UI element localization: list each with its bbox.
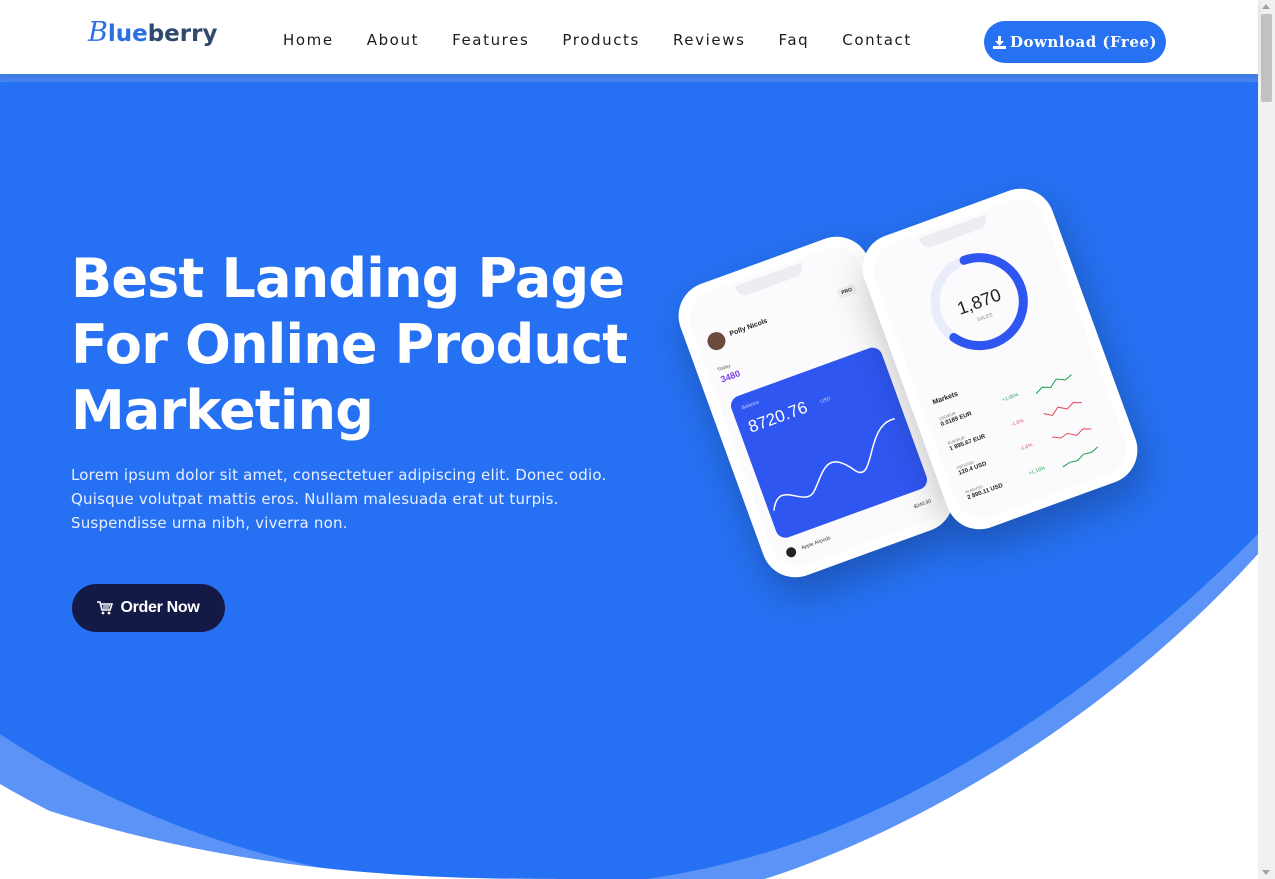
- market-change: +1.05%: [1001, 392, 1020, 404]
- item-name: Apple Airpods: [800, 535, 832, 552]
- airpods-icon: [784, 545, 798, 559]
- logo-part-blue: lue: [107, 21, 148, 47]
- page-scrollbar[interactable]: [1258, 0, 1275, 879]
- market-sparkline: [1035, 374, 1072, 395]
- hero-description-line: Quisque volutpat mattis eros. Nullam mal…: [71, 490, 559, 508]
- pro-badge: PRO: [836, 283, 858, 300]
- hero-title-line: Best Landing Page: [71, 247, 625, 310]
- nav-about[interactable]: About: [367, 31, 419, 49]
- scrollbar-thumb[interactable]: [1261, 14, 1272, 102]
- hero-title-line: For Online Product: [71, 313, 628, 376]
- scroll-down-arrow-icon[interactable]: [1262, 870, 1270, 875]
- market-change: +1.15%: [1028, 465, 1047, 477]
- nav-products[interactable]: Products: [562, 31, 640, 49]
- avatar: [704, 329, 728, 353]
- download-button[interactable]: Download (Free): [984, 21, 1166, 63]
- nav-reviews[interactable]: Reviews: [673, 31, 746, 49]
- main-nav: Home About Features Products Reviews Faq…: [283, 31, 945, 49]
- balance-currency: USD: [819, 395, 832, 405]
- hero-title-line: Marketing: [71, 379, 374, 442]
- logo-part-dark: berry: [147, 21, 218, 47]
- nav-contact[interactable]: Contact: [842, 31, 912, 49]
- market-change: -1.6%: [1010, 417, 1025, 428]
- logo[interactable]: Blueberry: [88, 17, 217, 48]
- nav-features[interactable]: Features: [452, 31, 529, 49]
- balance-label: Balance: [740, 399, 761, 412]
- item-price: $240.90: [913, 498, 933, 511]
- download-icon: [992, 35, 1006, 49]
- order-now-label: Order Now: [120, 599, 200, 616]
- nav-faq[interactable]: Faq: [779, 31, 810, 49]
- nav-home[interactable]: Home: [283, 31, 334, 49]
- hero-description: Lorem ipsum dolor sit amet, consectetuer…: [71, 463, 611, 535]
- profile-name: Polly Nicols: [728, 317, 769, 338]
- download-label: Download (Free): [1009, 33, 1158, 51]
- site-header: Blueberry Home About Features Products R…: [0, 0, 1258, 74]
- logo-letter: B: [88, 17, 108, 48]
- phone-notch: [734, 262, 805, 298]
- hero-description-line: Lorem ipsum dolor sit amet, consectetuer…: [71, 466, 607, 484]
- market-change: -1.6%: [1019, 442, 1034, 453]
- markets-label: Markets: [931, 390, 960, 407]
- hero-section: Best Landing Page For Online Product Mar…: [0, 74, 1258, 879]
- scroll-up-arrow-icon[interactable]: [1262, 4, 1270, 9]
- cart-icon: [97, 601, 114, 615]
- hero-description-line: Suspendisse urna nibh, viverra non.: [71, 514, 348, 532]
- order-now-button[interactable]: Order Now: [72, 584, 225, 632]
- hero-title: Best Landing Page For Online Product Mar…: [71, 246, 631, 444]
